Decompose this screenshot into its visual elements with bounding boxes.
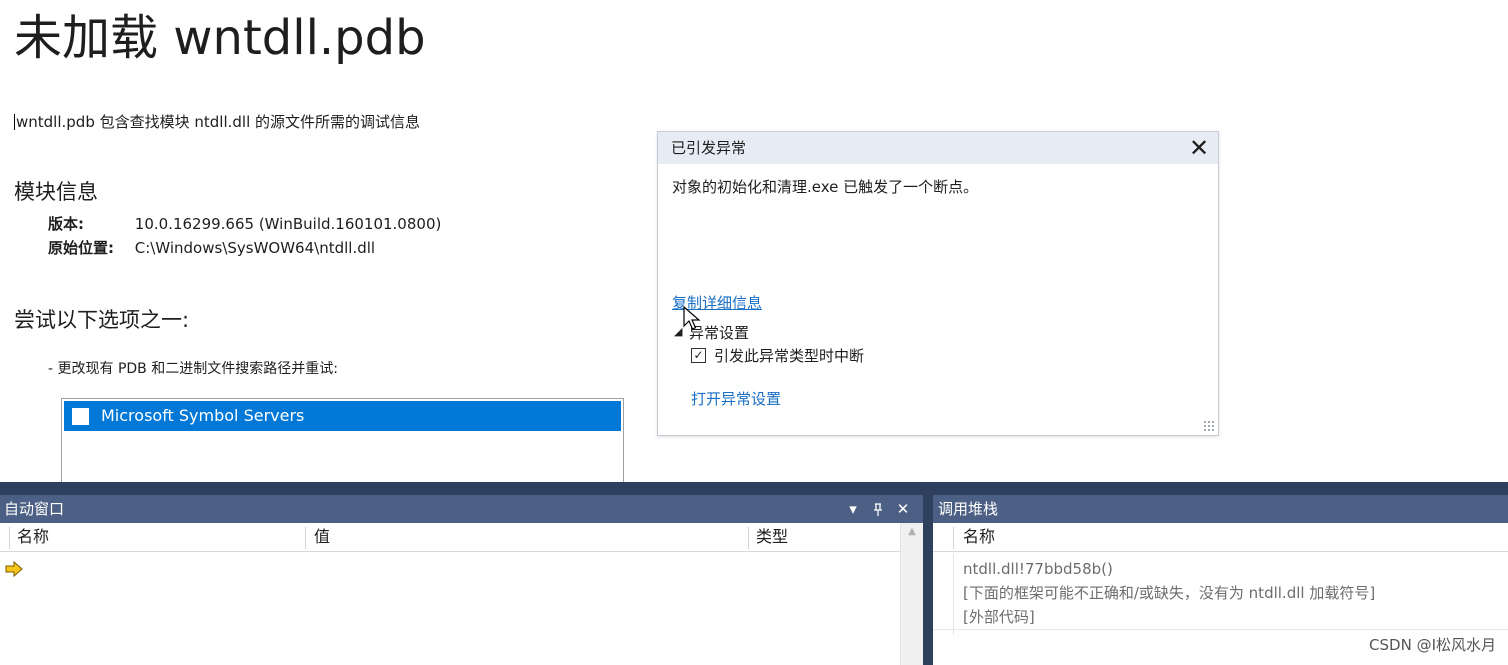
call-stack-column-header: 名称 [933, 523, 1508, 552]
version-value: 10.0.16299.665 (WinBuild.160101.0800) [134, 215, 442, 233]
autos-window: 自动窗口 ▾ ✕ 名称 值 类型 ▲ [0, 495, 923, 665]
break-on-exception-checkbox[interactable]: ✓ [691, 348, 706, 363]
stack-frame-row[interactable]: ntdll.dll!77bbd58b() [963, 557, 1113, 581]
popup-header: 已引发异常 ✕ [658, 132, 1218, 164]
symbol-server-list[interactable]: Microsoft Symbol Servers [61, 398, 624, 488]
stack-frame-row[interactable]: [下面的框架可能不正确和/或缺失，没有为 ntdll.dll 加载符号] [963, 581, 1375, 605]
popup-title: 已引发异常 [671, 139, 747, 157]
symbol-server-checkbox[interactable] [72, 408, 89, 425]
version-label: 版本: [48, 215, 84, 233]
open-exception-settings-link[interactable]: 打开异常设置 [691, 389, 781, 409]
pin-icon[interactable] [867, 495, 889, 523]
call-stack-header: 调用堆栈 [933, 495, 1508, 523]
symbol-server-item[interactable]: Microsoft Symbol Servers [64, 401, 621, 431]
resize-grip-icon[interactable] [1203, 420, 1215, 432]
exception-message: 对象的初始化和清理.exe 已触发了一个断点。 [672, 178, 979, 196]
page-description: wntdll.pdb 包含查找模块 ntdll.dll 的源文件所需的调试信息 [14, 112, 421, 132]
description-text: wntdll.pdb 包含查找模块 ntdll.dll 的源文件所需的调试信息 [16, 113, 421, 131]
break-on-exception-label[interactable]: 引发此异常类型时中断 [714, 346, 864, 366]
column-name[interactable]: 名称 [963, 523, 995, 551]
option-bullet: - 更改现有 PDB 和二进制文件搜索路径并重试: [48, 361, 338, 377]
autos-scrollbar[interactable]: ▲ [900, 523, 923, 665]
collapse-triangle-icon[interactable]: ◢ [674, 322, 682, 342]
stack-frame-row[interactable]: [外部代码] [963, 605, 1035, 629]
module-info-heading: 模块信息 [14, 180, 98, 204]
location-label: 原始位置: [48, 239, 114, 257]
mouse-cursor-icon [683, 306, 701, 330]
current-frame-arrow-icon [5, 560, 23, 578]
call-stack-title: 调用堆栈 [938, 500, 999, 518]
close-icon[interactable]: ✕ [1186, 135, 1212, 161]
symbol-server-label: Microsoft Symbol Servers [101, 406, 305, 425]
close-icon[interactable]: ✕ [892, 495, 914, 523]
page-title: 未加载 wntdll.pdb [14, 10, 426, 66]
location-value: C:\Windows\SysWOW64\ntdll.dll [134, 239, 376, 257]
watermark: CSDN @I松风水月 [1369, 636, 1496, 654]
options-heading: 尝试以下选项之一: [14, 308, 190, 332]
location-row: 原始位置: C:\Windows\SysWOW64\ntdll.dll [48, 237, 375, 259]
column-type[interactable]: 类型 [756, 523, 788, 551]
autos-column-header: 名称 值 类型 [0, 523, 900, 552]
scroll-up-icon[interactable]: ▲ [901, 526, 923, 537]
column-value[interactable]: 值 [314, 523, 330, 551]
autos-title: 自动窗口 [4, 500, 65, 518]
dropdown-icon[interactable]: ▾ [842, 495, 864, 523]
column-name[interactable]: 名称 [17, 523, 49, 551]
autos-header: 自动窗口 ▾ ✕ [0, 495, 923, 523]
version-row: 版本: 10.0.16299.665 (WinBuild.160101.0800… [48, 213, 441, 235]
exception-popup: 已引发异常 ✕ 对象的初始化和清理.exe 已触发了一个断点。 复制详细信息 ◢… [657, 131, 1219, 436]
text-caret [14, 114, 15, 130]
